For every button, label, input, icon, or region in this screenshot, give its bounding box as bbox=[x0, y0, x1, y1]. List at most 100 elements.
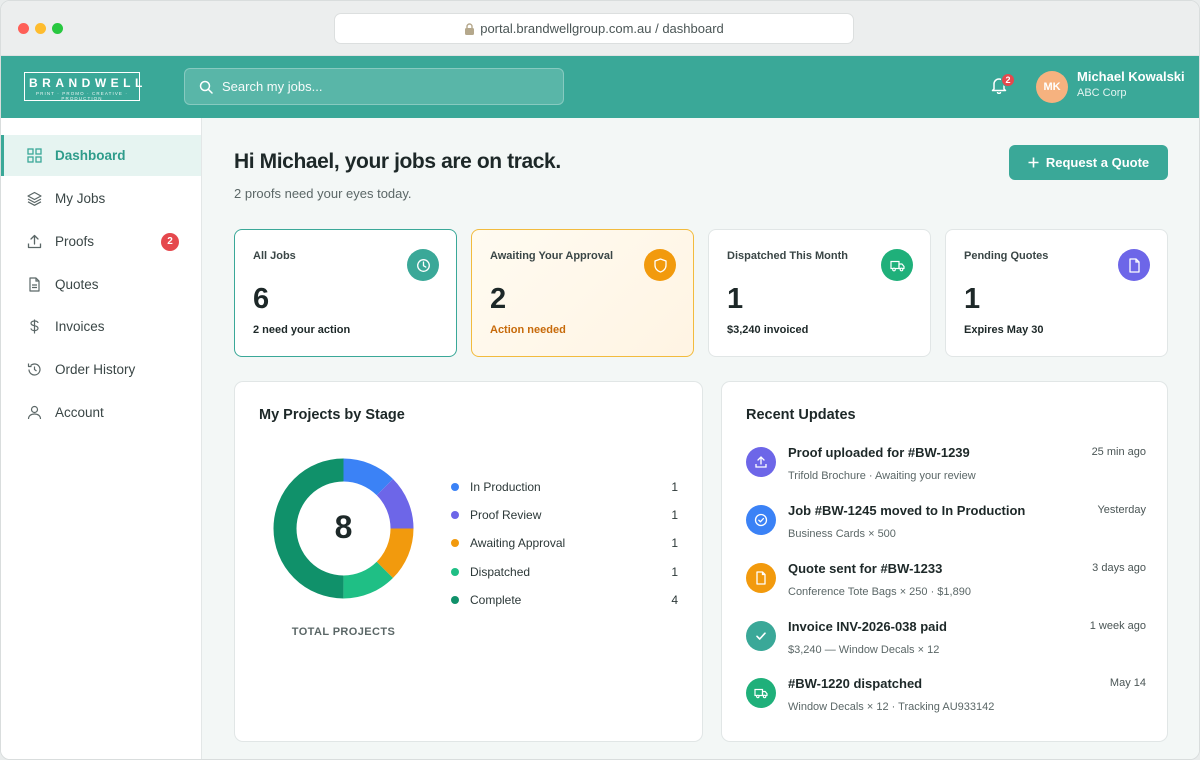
maximize-window-button[interactable] bbox=[52, 23, 63, 34]
update-subtitle: Window Decals × 12 · Tracking AU933142 bbox=[788, 701, 995, 713]
update-item[interactable]: #BW-1220 dispatched Window Decals × 12 ·… bbox=[746, 676, 1146, 726]
update-icon-badge bbox=[746, 563, 776, 593]
stat-value: 1 bbox=[727, 283, 744, 315]
update-title: Quote sent for #BW-1233 bbox=[788, 561, 943, 576]
sidebar-item-label: Dashboard bbox=[55, 148, 126, 163]
legend-item-awaiting-approval: Awaiting Approval 1 bbox=[451, 533, 681, 553]
legend-count: 1 bbox=[671, 508, 678, 522]
layers-icon bbox=[27, 191, 42, 206]
lock-icon bbox=[465, 22, 475, 35]
legend-item-complete: Complete 4 bbox=[451, 590, 681, 610]
stat-label: All Jobs bbox=[253, 250, 296, 262]
proofs-count-badge: 2 bbox=[161, 232, 179, 251]
sidebar-item-label: Order History bbox=[55, 362, 136, 377]
close-window-button[interactable] bbox=[18, 23, 29, 34]
stat-card-awaiting-approval[interactable]: Awaiting Your Approval 2 Action needed bbox=[471, 229, 694, 357]
minimize-window-button[interactable] bbox=[35, 23, 46, 34]
logo-wordmark: BRANDWELL bbox=[29, 76, 147, 90]
legend-dot bbox=[451, 596, 459, 604]
stat-label: Dispatched This Month bbox=[727, 250, 848, 262]
stat-icon-badge bbox=[881, 249, 913, 281]
sidebar-item-quotes[interactable]: Quotes bbox=[1, 264, 201, 305]
request-quote-button[interactable]: Request a Quote bbox=[1009, 145, 1168, 180]
stat-card-dispatched[interactable]: Dispatched This Month 1 $3,240 invoiced bbox=[708, 229, 931, 357]
card-title: Recent Updates bbox=[746, 407, 856, 423]
stat-note: Action needed bbox=[490, 324, 566, 336]
update-subtitle: Conference Tote Bags × 250 · $1,890 bbox=[788, 586, 971, 598]
legend-count: 1 bbox=[671, 565, 678, 579]
sidebar-item-label: Account bbox=[55, 405, 104, 420]
sidebar-item-invoices[interactable]: Invoices bbox=[1, 306, 201, 347]
update-time: May 14 bbox=[1109, 677, 1146, 689]
notification-count-badge: 2 bbox=[1001, 73, 1015, 87]
update-item[interactable]: Job #BW-1245 moved to In Production Busi… bbox=[746, 503, 1146, 553]
sidebar: Dashboard My Jobs Proofs 2 Quotes Invoic… bbox=[1, 118, 202, 759]
grid-icon bbox=[27, 148, 42, 163]
browser-window: portal.brandwellgroup.com.au / dashboard… bbox=[0, 0, 1200, 760]
update-time: Yesterday bbox=[1097, 504, 1146, 516]
search-icon bbox=[199, 80, 213, 94]
recent-updates-card: Recent Updates Proof uploaded for #BW-12… bbox=[721, 381, 1168, 742]
stat-card-pending-quotes[interactable]: Pending Quotes 1 Expires May 30 bbox=[945, 229, 1168, 357]
legend-label: In Production bbox=[470, 480, 541, 494]
clock-icon bbox=[416, 258, 430, 272]
update-icon-badge bbox=[746, 621, 776, 651]
sidebar-item-dashboard[interactable]: Dashboard bbox=[1, 135, 201, 176]
update-item[interactable]: Proof uploaded for #BW-1239 Trifold Broc… bbox=[746, 445, 1146, 495]
document-icon bbox=[1128, 257, 1140, 273]
user-name[interactable]: Michael Kowalski bbox=[1077, 69, 1185, 84]
upload-icon bbox=[27, 234, 42, 249]
legend-count: 1 bbox=[671, 536, 678, 550]
donut-total-caption: TOTAL PROJECTS bbox=[291, 626, 396, 638]
legend-label: Dispatched bbox=[470, 565, 531, 579]
plus-icon bbox=[1028, 157, 1039, 168]
shield-icon bbox=[653, 257, 667, 273]
update-subtitle: $3,240 — Window Decals × 12 bbox=[788, 644, 940, 656]
stat-card-all-jobs[interactable]: All Jobs 6 2 need your action bbox=[234, 229, 457, 357]
address-bar[interactable]: portal.brandwellgroup.com.au / dashboard bbox=[334, 13, 854, 44]
gauge-icon bbox=[754, 513, 768, 527]
legend-dot bbox=[451, 483, 459, 491]
sidebar-item-order-history[interactable]: Order History bbox=[1, 349, 201, 390]
search-input[interactable] bbox=[222, 79, 542, 94]
notifications-button[interactable]: 2 bbox=[990, 73, 1015, 98]
document-icon bbox=[756, 571, 766, 585]
stat-value: 2 bbox=[490, 283, 507, 315]
user-avatar[interactable]: MK bbox=[1036, 71, 1068, 103]
brandwell-logo[interactable]: BRANDWELL PRINT · PROMO · CREATIVE · PRO… bbox=[24, 72, 147, 101]
update-subtitle: Trifold Brochure · Awaiting your review bbox=[788, 470, 976, 482]
sidebar-item-account[interactable]: Account bbox=[1, 392, 201, 433]
update-title: Invoice INV-2026-038 paid bbox=[788, 619, 947, 634]
sidebar-item-label: Invoices bbox=[55, 319, 105, 334]
stat-note: 2 need your action bbox=[253, 324, 351, 336]
legend-count: 1 bbox=[671, 480, 678, 494]
legend-count: 4 bbox=[671, 593, 678, 607]
update-item[interactable]: Quote sent for #BW-1233 Conference Tote … bbox=[746, 561, 1146, 611]
update-icon-badge bbox=[746, 678, 776, 708]
update-time: 3 days ago bbox=[1092, 562, 1146, 574]
stat-note: Expires May 30 bbox=[964, 324, 1044, 336]
stat-value: 6 bbox=[253, 283, 270, 315]
search-box bbox=[184, 68, 564, 105]
update-item[interactable]: Invoice INV-2026-038 paid $3,240 — Windo… bbox=[746, 619, 1146, 669]
legend-dot bbox=[451, 539, 459, 547]
sidebar-item-my-jobs[interactable]: My Jobs bbox=[1, 178, 201, 219]
legend-item-in-production: In Production 1 bbox=[451, 477, 681, 497]
update-title: #BW-1220 dispatched bbox=[788, 676, 923, 691]
donut-total-value: 8 bbox=[334, 509, 353, 545]
logo-tagline: PRINT · PROMO · CREATIVE · PRODUCTION bbox=[36, 91, 128, 101]
stat-label: Pending Quotes bbox=[964, 250, 1049, 262]
request-quote-label: Request a Quote bbox=[1045, 155, 1150, 170]
stat-note: $3,240 invoiced bbox=[727, 324, 809, 336]
page-title: Hi Michael, your jobs are on track. bbox=[234, 150, 561, 173]
dollar-icon bbox=[30, 319, 39, 334]
stat-label: Awaiting Your Approval bbox=[490, 250, 614, 262]
stat-value: 1 bbox=[964, 283, 981, 315]
legend-item-dispatched: Dispatched 1 bbox=[451, 562, 681, 582]
update-time: 1 week ago bbox=[1089, 620, 1146, 632]
document-icon bbox=[29, 277, 40, 292]
stat-icon-badge bbox=[1118, 249, 1150, 281]
sidebar-item-label: Quotes bbox=[55, 277, 99, 292]
sidebar-item-proofs[interactable]: Proofs 2 bbox=[1, 221, 201, 262]
legend-label: Complete bbox=[470, 593, 522, 607]
